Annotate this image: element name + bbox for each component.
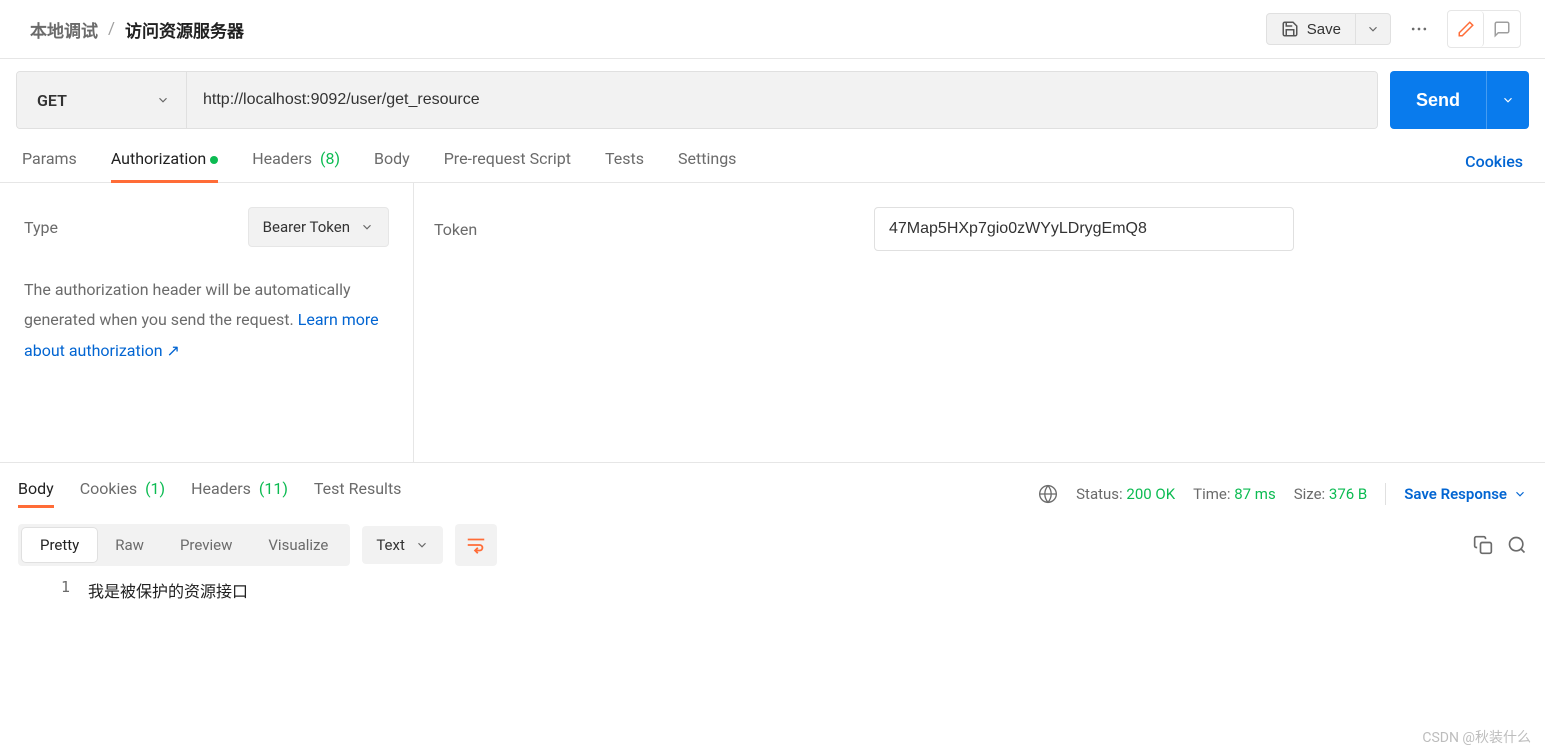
- response-tab-cookies-label: Cookies: [80, 479, 137, 498]
- auth-sidebar: Type Bearer Token The authorization head…: [0, 183, 414, 462]
- line-number: 1: [18, 578, 88, 602]
- http-method-value: GET: [37, 91, 67, 110]
- auth-help-text: The authorization header will be automat…: [24, 275, 389, 366]
- request-tabs: Params Authorization Headers (8) Body Pr…: [0, 141, 1545, 183]
- view-tab-pretty[interactable]: Pretty: [22, 528, 97, 562]
- save-button-label: Save: [1307, 21, 1341, 38]
- comment-icon: [1493, 20, 1511, 38]
- view-tab-visualize[interactable]: Visualize: [250, 528, 346, 562]
- side-panel-group: [1447, 10, 1521, 48]
- response-tab-headers-label: Headers: [191, 479, 251, 498]
- response-lang-select[interactable]: Text: [362, 526, 443, 564]
- send-button[interactable]: Send: [1390, 71, 1486, 129]
- authorization-active-dot: [210, 156, 218, 164]
- token-label: Token: [434, 220, 874, 239]
- size-meta: Size: 376 B: [1294, 485, 1368, 503]
- view-tab-preview[interactable]: Preview: [162, 528, 250, 562]
- wrap-lines-button[interactable]: [455, 524, 497, 566]
- save-button-group: Save: [1266, 13, 1391, 45]
- size-value: 376 B: [1329, 485, 1367, 503]
- tab-authorization-label: Authorization: [111, 149, 206, 168]
- copy-icon: [1473, 535, 1493, 555]
- chevron-down-icon: [360, 220, 374, 234]
- edit-button[interactable]: [1448, 11, 1484, 47]
- breadcrumb-current: 访问资源服务器: [125, 17, 244, 42]
- chevron-down-icon: [1366, 22, 1380, 36]
- authorization-panel: Type Bearer Token The authorization head…: [0, 183, 1545, 463]
- auth-type-value: Bearer Token: [263, 218, 350, 236]
- response-toolbar: Pretty Raw Preview Visualize Text: [0, 518, 1545, 572]
- more-options-button[interactable]: [1401, 11, 1437, 47]
- time-meta: Time: 87 ms: [1193, 485, 1276, 503]
- cookies-link[interactable]: Cookies: [1465, 152, 1523, 171]
- save-response-button[interactable]: Save Response: [1404, 485, 1527, 503]
- save-button[interactable]: Save: [1266, 13, 1356, 45]
- send-dropdown-button[interactable]: [1486, 71, 1529, 129]
- response-tab-headers-count: (11): [259, 479, 288, 498]
- tab-prerequest[interactable]: Pre-request Script: [444, 141, 571, 182]
- pencil-icon: [1457, 20, 1475, 38]
- response-tab-headers[interactable]: Headers (11): [191, 479, 288, 508]
- time-value: 87 ms: [1234, 485, 1275, 503]
- auth-type-label: Type: [24, 218, 58, 237]
- tab-headers-count: (8): [320, 149, 340, 168]
- tab-tests[interactable]: Tests: [605, 141, 644, 182]
- breadcrumb-separator: /: [108, 19, 115, 39]
- copy-response-button[interactable]: [1473, 535, 1493, 555]
- globe-icon[interactable]: [1038, 484, 1058, 504]
- status-meta: Status: 200 OK: [1076, 485, 1175, 503]
- response-tabs-bar: Body Cookies (1) Headers (11) Test Resul…: [0, 463, 1545, 518]
- tab-body[interactable]: Body: [374, 141, 410, 182]
- request-url-bar: GET Send: [0, 59, 1545, 141]
- tab-authorization[interactable]: Authorization: [111, 141, 218, 182]
- response-tab-cookies[interactable]: Cookies (1): [80, 479, 165, 508]
- response-body: 1 我是被保护的资源接口: [0, 572, 1545, 632]
- response-meta: Status: 200 OK Time: 87 ms Size: 376 B S…: [1038, 483, 1527, 505]
- response-tab-body[interactable]: Body: [18, 479, 54, 508]
- tab-headers-label: Headers: [252, 149, 312, 168]
- tab-settings[interactable]: Settings: [678, 141, 736, 182]
- request-url-input[interactable]: [187, 72, 1377, 128]
- breadcrumb-parent[interactable]: 本地调试: [30, 17, 98, 42]
- breadcrumb: 本地调试 / 访问资源服务器: [30, 17, 244, 42]
- chevron-down-icon: [1501, 93, 1515, 107]
- save-icon: [1281, 20, 1299, 38]
- chevron-down-icon: [156, 93, 170, 107]
- meta-separator: [1385, 483, 1386, 505]
- top-actions: Save: [1266, 10, 1521, 48]
- wrap-icon: [465, 534, 487, 556]
- response-tab-test-results[interactable]: Test Results: [314, 479, 402, 508]
- chevron-down-icon: [1513, 487, 1527, 501]
- watermark: CSDN @秋装什么: [1422, 727, 1531, 747]
- search-icon: [1507, 535, 1527, 555]
- response-line-1: 我是被保护的资源接口: [88, 578, 248, 602]
- auth-content: Token: [414, 183, 1545, 462]
- response-lang-value: Text: [376, 536, 405, 554]
- send-button-group: Send: [1390, 71, 1529, 129]
- http-method-select[interactable]: GET: [17, 72, 187, 128]
- auth-type-select[interactable]: Bearer Token: [248, 207, 389, 247]
- status-value: 200 OK: [1126, 485, 1175, 503]
- search-response-button[interactable]: [1507, 535, 1527, 555]
- tab-headers[interactable]: Headers (8): [252, 141, 340, 182]
- comment-button[interactable]: [1484, 11, 1520, 47]
- response-tab-cookies-count: (1): [145, 479, 165, 498]
- chevron-down-icon: [415, 538, 429, 552]
- tab-params[interactable]: Params: [22, 141, 77, 182]
- save-dropdown-button[interactable]: [1356, 13, 1391, 45]
- method-url-group: GET: [16, 71, 1378, 129]
- view-tab-raw[interactable]: Raw: [97, 528, 162, 562]
- token-input[interactable]: [874, 207, 1294, 251]
- more-horizontal-icon: [1409, 19, 1429, 39]
- response-view-tabs: Pretty Raw Preview Visualize: [18, 524, 350, 566]
- save-response-label: Save Response: [1404, 485, 1507, 503]
